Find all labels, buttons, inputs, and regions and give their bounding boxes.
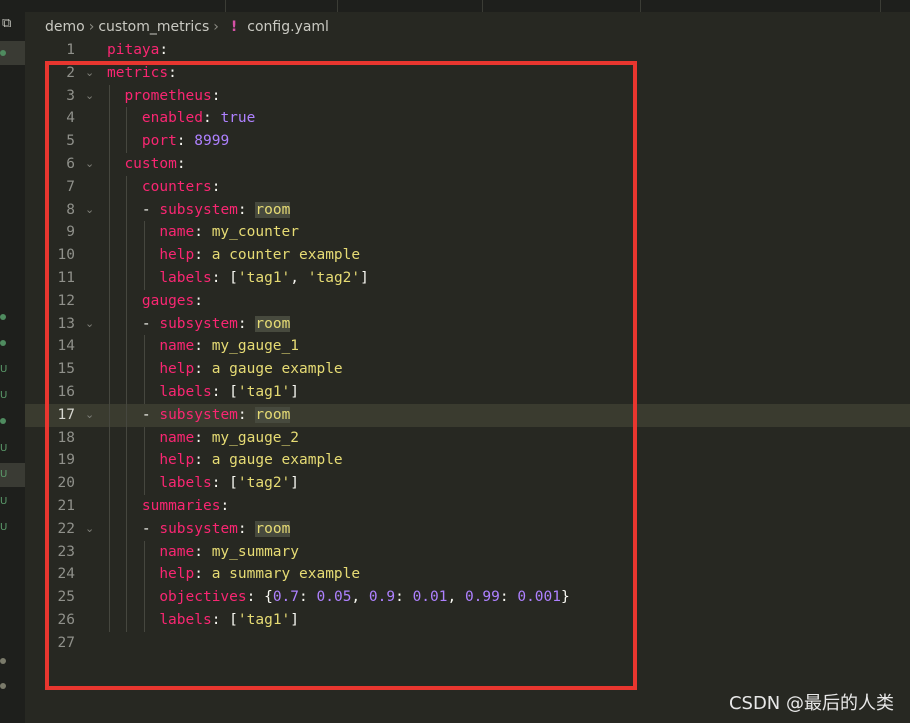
breadcrumb-folder-custom-metrics[interactable]: custom_metrics	[98, 19, 209, 35]
untracked-icon: U	[0, 496, 8, 507]
chevron-right-icon: ›	[88, 19, 95, 35]
untracked-icon: U	[0, 522, 8, 533]
annotation-box	[45, 61, 637, 690]
line-number: 1	[66, 42, 75, 58]
status-dot-icon	[0, 50, 6, 56]
activity-strip: ⧉ U U U U U U	[0, 0, 25, 723]
status-dot-icon	[0, 418, 6, 424]
untracked-icon: U	[0, 364, 8, 375]
breadcrumb-file-config-yaml[interactable]: config.yaml	[247, 19, 329, 35]
untracked-icon: U	[0, 469, 8, 480]
breadcrumb: demo › custom_metrics › ! config.yaml	[25, 15, 329, 39]
status-dot-icon	[0, 683, 6, 689]
yaml-punctuation: :	[159, 42, 169, 58]
watermark: CSDN @最后的人类	[728, 693, 894, 714]
untracked-icon: U	[0, 443, 8, 454]
status-dot-icon	[0, 314, 6, 320]
chevron-right-icon: ›	[213, 19, 219, 35]
status-dot-icon	[0, 658, 6, 664]
yaml-key: pitaya	[107, 42, 160, 58]
code-text: pitaya:	[107, 39, 168, 62]
yaml-file-icon: !	[230, 19, 238, 35]
tab-bar[interactable]	[25, 0, 910, 12]
untracked-icon: U	[0, 390, 8, 401]
code-line[interactable]: 1 pitaya:	[25, 39, 910, 62]
breadcrumb-folder-demo[interactable]: demo	[45, 19, 85, 35]
copy-icon[interactable]: ⧉	[2, 17, 11, 30]
status-dot-icon	[0, 340, 6, 346]
